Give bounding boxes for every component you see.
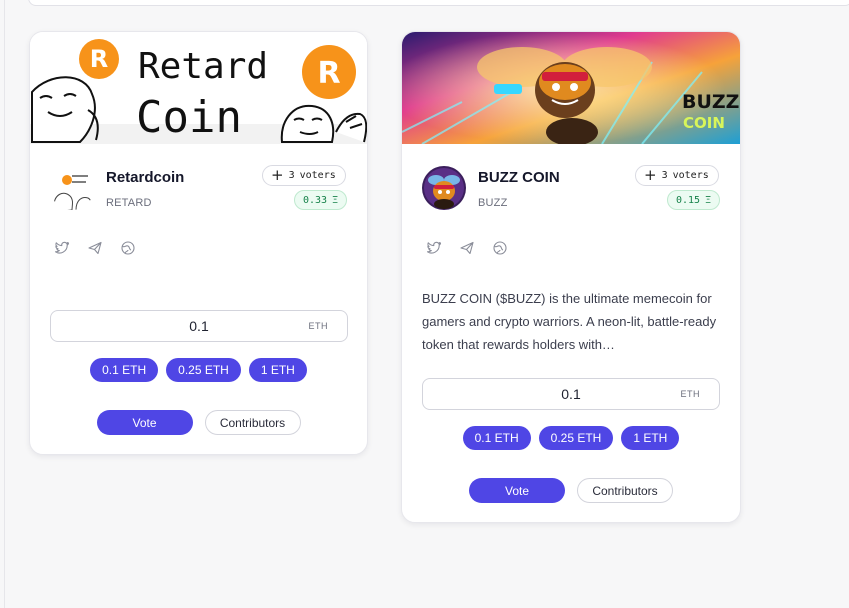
telegram-icon[interactable] bbox=[459, 240, 475, 256]
card-actions: Vote Contributors bbox=[402, 478, 740, 503]
coin-name: BUZZ COIN bbox=[478, 169, 560, 186]
telegram-icon[interactable] bbox=[87, 240, 103, 256]
coin-card-buzz-coin: BUZZ COIN BUZZ COIN BUZZ + 3 voters 0.15… bbox=[401, 31, 741, 523]
plus-icon: + bbox=[644, 166, 657, 184]
banner-title-line-1: Retard bbox=[138, 46, 268, 87]
voters-badge[interactable]: + 3 voters bbox=[635, 165, 719, 186]
voters-label: voters bbox=[672, 170, 709, 181]
preset-0.25-eth-button[interactable]: 0.25 ETH bbox=[166, 358, 241, 382]
eth-symbol-icon: Ξ bbox=[332, 194, 339, 206]
banner-coin-mark: R bbox=[317, 56, 340, 91]
coin-banner: R R Retard Coin bbox=[30, 32, 367, 144]
website-icon[interactable] bbox=[492, 240, 508, 256]
twitter-icon[interactable] bbox=[54, 240, 70, 256]
contributors-button[interactable]: Contributors bbox=[577, 478, 673, 503]
preset-0.1-eth-button[interactable]: 0.1 ETH bbox=[462, 426, 531, 450]
vote-button[interactable]: Vote bbox=[96, 410, 193, 435]
voters-badge[interactable]: + 3 voters bbox=[262, 165, 346, 186]
preset-1-eth-button[interactable]: 1 ETH bbox=[621, 426, 680, 450]
coin-symbol: BUZZ bbox=[478, 197, 508, 209]
coin-banner: BUZZ COIN bbox=[402, 32, 740, 144]
banner-coin-mark: R bbox=[90, 45, 108, 73]
vote-button[interactable]: Vote bbox=[469, 478, 565, 503]
voters-count: 3 bbox=[288, 170, 295, 181]
coin-avatar bbox=[50, 166, 94, 210]
website-icon[interactable] bbox=[120, 240, 136, 256]
twitter-icon[interactable] bbox=[426, 240, 442, 256]
eth-symbol-icon: Ξ bbox=[705, 194, 712, 206]
social-links bbox=[54, 240, 136, 256]
preset-1-eth-button[interactable]: 1 ETH bbox=[248, 358, 307, 382]
coin-symbol: RETARD bbox=[106, 197, 152, 209]
eth-raised-badge: 0.15 Ξ bbox=[667, 190, 721, 210]
amount-unit-label: ETH bbox=[308, 321, 328, 331]
banner-title-line-1: BUZZ bbox=[682, 91, 739, 113]
banner-title-line-2: COIN bbox=[683, 114, 725, 132]
amount-input[interactable] bbox=[51, 311, 347, 341]
card-actions: Vote Contributors bbox=[30, 410, 367, 435]
coin-description: BUZZ COIN ($BUZZ) is the ultimate memeco… bbox=[422, 291, 717, 352]
eth-raised-badge: 0.33 Ξ bbox=[294, 190, 348, 210]
amount-input-field: ETH bbox=[50, 310, 348, 342]
amount-input-field: ETH bbox=[422, 378, 720, 410]
contributors-button[interactable]: Contributors bbox=[204, 410, 301, 435]
coin-card-retardcoin: R R Retard Coin Retardcoin RETARD + 3 vo… bbox=[29, 31, 368, 455]
top-panel-edge bbox=[28, 0, 849, 6]
social-links bbox=[426, 240, 508, 256]
amount-presets: 0.1 ETH 0.25 ETH 1 ETH bbox=[30, 358, 367, 382]
banner-title-line-2: Coin bbox=[136, 92, 242, 143]
voters-label: voters bbox=[299, 170, 336, 181]
voters-count: 3 bbox=[661, 170, 668, 181]
plus-icon: + bbox=[271, 166, 284, 184]
coin-avatar bbox=[422, 166, 466, 210]
preset-0.1-eth-button[interactable]: 0.1 ETH bbox=[90, 358, 159, 382]
eth-amount: 0.15 bbox=[676, 194, 701, 206]
preset-0.25-eth-button[interactable]: 0.25 ETH bbox=[538, 426, 614, 450]
amount-input[interactable] bbox=[423, 379, 719, 409]
coin-name: Retardcoin bbox=[106, 169, 185, 186]
amount-unit-label: ETH bbox=[680, 389, 700, 399]
eth-amount: 0.33 bbox=[303, 194, 328, 206]
amount-presets: 0.1 ETH 0.25 ETH 1 ETH bbox=[402, 426, 740, 450]
